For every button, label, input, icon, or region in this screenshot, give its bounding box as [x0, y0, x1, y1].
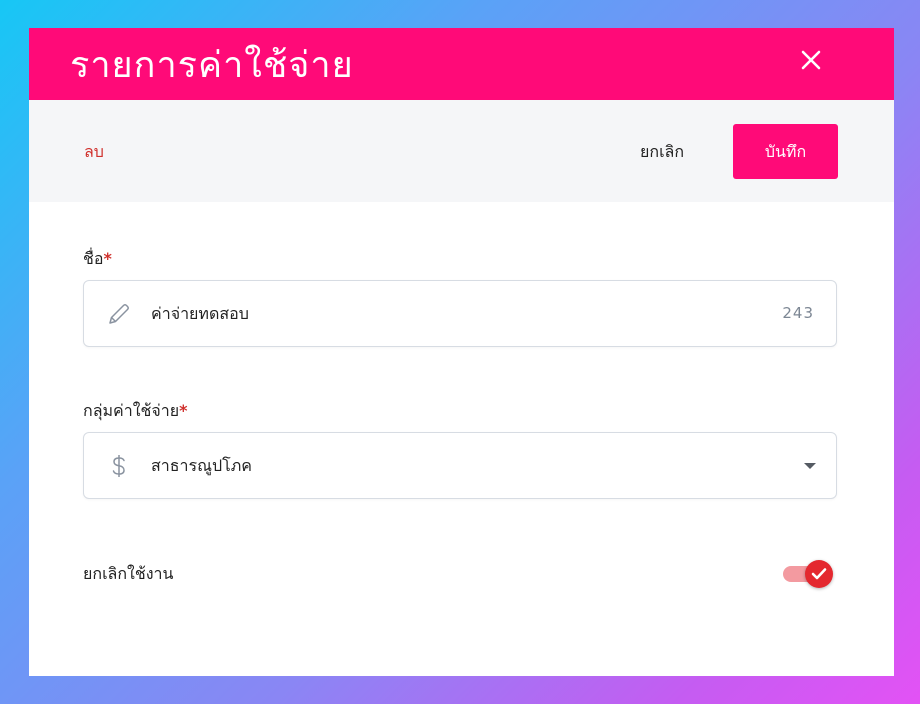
modal-header: รายการค่าใช้จ่าย [29, 28, 894, 100]
required-mark: * [103, 249, 112, 268]
required-mark: * [179, 401, 188, 420]
delete-button[interactable]: ลบ [84, 142, 104, 162]
name-field-label: ชื่อ* [83, 248, 112, 270]
group-field-label: กลุ่มค่าใช้จ่าย* [83, 400, 188, 422]
name-input-value: ค่าจ่ายทดสอบ [151, 304, 249, 323]
modal-toolbar: ลบ ยกเลิก บันทึก [29, 100, 894, 202]
disable-toggle[interactable] [781, 559, 835, 589]
group-label-text: กลุ่มค่าใช้จ่าย [83, 401, 180, 420]
expense-group-selected: สาธารณูปโภค [151, 456, 252, 475]
char-counter: 243 [782, 304, 814, 322]
modal-title: รายการค่าใช้จ่าย [70, 45, 354, 86]
expense-item-modal: รายการค่าใช้จ่าย ลบ ยกเลิก บันทึก ชื่อ* … [29, 28, 894, 676]
save-button[interactable]: บันทึก [733, 124, 838, 179]
name-input[interactable]: ค่าจ่ายทดสอบ 243 [83, 280, 837, 347]
dollar-icon [112, 455, 125, 477]
cancel-button[interactable]: ยกเลิก [640, 142, 684, 162]
pencil-icon [109, 304, 129, 324]
check-icon [811, 568, 827, 580]
toggle-knob [805, 560, 833, 588]
expense-group-select[interactable]: สาธารณูปโภค [83, 432, 837, 499]
close-button[interactable] [795, 44, 827, 76]
chevron-down-icon[interactable] [804, 463, 816, 469]
close-icon [801, 50, 821, 70]
disable-toggle-label: ยกเลิกใช้งาน [83, 564, 174, 583]
name-label-text: ชื่อ [83, 249, 104, 268]
